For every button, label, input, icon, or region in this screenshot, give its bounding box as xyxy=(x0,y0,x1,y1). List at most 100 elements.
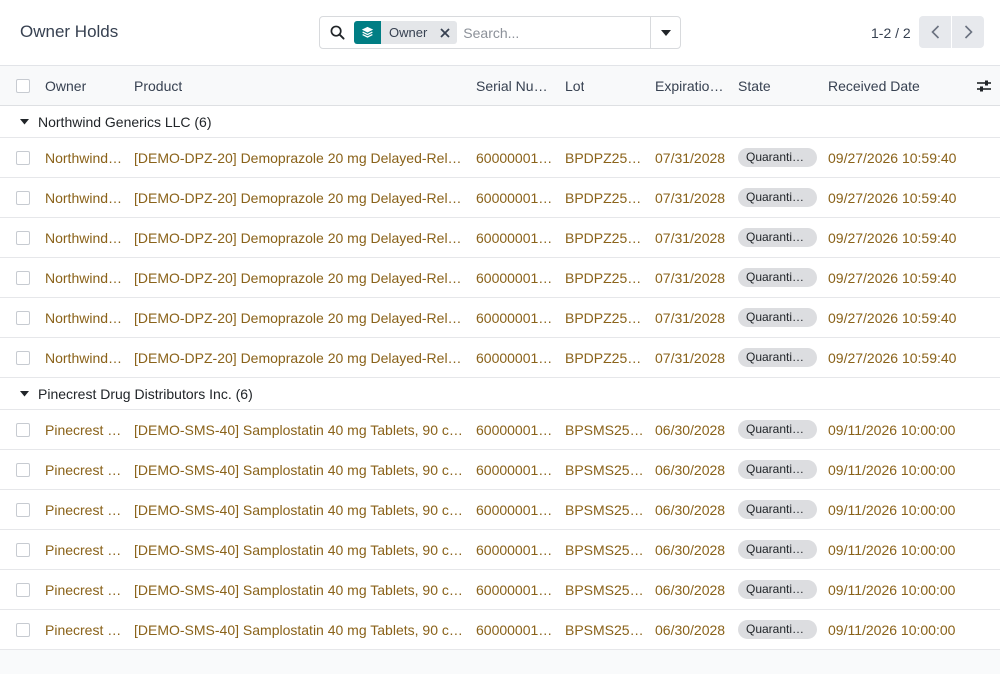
cell-lot[interactable]: BPSMS25… xyxy=(565,570,645,609)
cell-state[interactable]: Quaranti… xyxy=(738,450,820,489)
cell-serial[interactable]: 60000001… xyxy=(476,410,554,449)
select-all-checkbox[interactable] xyxy=(16,66,36,105)
cell-product[interactable]: [DEMO-SMS-40] Samplostatin 40 mg Tablets… xyxy=(134,570,466,609)
cell-owner[interactable]: Northwind… xyxy=(45,258,125,297)
cell-received-date[interactable]: 09/11/2026 10:00:00 xyxy=(828,570,978,609)
cell-owner[interactable]: Pinecrest … xyxy=(45,570,125,609)
cell-product[interactable]: [DEMO-DPZ-20] Demoprazole 20 mg Delayed-… xyxy=(134,338,466,377)
cell-state[interactable]: Quaranti… xyxy=(738,178,820,217)
column-header-lot[interactable]: Lot xyxy=(565,66,645,105)
pager-value[interactable]: 1-2 / 2 xyxy=(871,25,911,41)
cell-serial[interactable]: 60000001… xyxy=(476,298,554,337)
cell-serial[interactable]: 60000001… xyxy=(476,178,554,217)
cell-received-date[interactable]: 09/11/2026 10:00:00 xyxy=(828,410,978,449)
cell-expiration[interactable]: 07/31/2028 xyxy=(655,218,727,257)
cell-expiration[interactable]: 06/30/2028 xyxy=(655,610,727,649)
row-checkbox[interactable] xyxy=(16,338,36,377)
cell-received-date[interactable]: 09/27/2026 10:59:40 xyxy=(828,218,978,257)
cell-product[interactable]: [DEMO-DPZ-20] Demoprazole 20 mg Delayed-… xyxy=(134,138,466,177)
cell-owner[interactable]: Northwind… xyxy=(45,338,125,377)
cell-received-date[interactable]: 09/11/2026 10:00:00 xyxy=(828,530,978,569)
cell-received-date[interactable]: 09/27/2026 10:59:40 xyxy=(828,138,978,177)
cell-state[interactable]: Quaranti… xyxy=(738,410,820,449)
table-row[interactable]: Pinecrest … [DEMO-SMS-40] Samplostatin 4… xyxy=(0,530,1000,570)
cell-state[interactable]: Quaranti… xyxy=(738,610,820,649)
column-header-received-date[interactable]: Received Date xyxy=(828,66,978,105)
cell-lot[interactable]: BPDPZ25… xyxy=(565,178,645,217)
cell-received-date[interactable]: 09/11/2026 10:00:00 xyxy=(828,610,978,649)
cell-serial[interactable]: 60000001… xyxy=(476,450,554,489)
cell-owner[interactable]: Pinecrest … xyxy=(45,490,125,529)
pager-next-button[interactable] xyxy=(952,16,984,48)
cell-owner[interactable]: Pinecrest … xyxy=(45,610,125,649)
cell-state[interactable]: Quaranti… xyxy=(738,490,820,529)
cell-owner[interactable]: Northwind… xyxy=(45,138,125,177)
group-row[interactable]: Pinecrest Drug Distributors Inc. (6) xyxy=(0,378,1000,410)
table-row[interactable]: Northwind… [DEMO-DPZ-20] Demoprazole 20 … xyxy=(0,218,1000,258)
table-row[interactable]: Northwind… [DEMO-DPZ-20] Demoprazole 20 … xyxy=(0,298,1000,338)
cell-product[interactable]: [DEMO-SMS-40] Samplostatin 40 mg Tablets… xyxy=(134,450,466,489)
cell-lot[interactable]: BPDPZ25… xyxy=(565,338,645,377)
row-checkbox[interactable] xyxy=(16,570,36,609)
row-checkbox[interactable] xyxy=(16,178,36,217)
cell-state[interactable]: Quaranti… xyxy=(738,570,820,609)
cell-state[interactable]: Quaranti… xyxy=(738,298,820,337)
table-row[interactable]: Pinecrest … [DEMO-SMS-40] Samplostatin 4… xyxy=(0,450,1000,490)
cell-lot[interactable]: BPSMS25… xyxy=(565,610,645,649)
cell-expiration[interactable]: 07/31/2028 xyxy=(655,178,727,217)
cell-lot[interactable]: BPDPZ25… xyxy=(565,258,645,297)
cell-expiration[interactable]: 07/31/2028 xyxy=(655,138,727,177)
cell-product[interactable]: [DEMO-SMS-40] Samplostatin 40 mg Tablets… xyxy=(134,410,466,449)
cell-expiration[interactable]: 06/30/2028 xyxy=(655,490,727,529)
sliders-icon[interactable] xyxy=(974,66,994,105)
row-checkbox[interactable] xyxy=(16,138,36,177)
pager-previous-button[interactable] xyxy=(919,16,951,48)
cell-product[interactable]: [DEMO-SMS-40] Samplostatin 40 mg Tablets… xyxy=(134,610,466,649)
table-row[interactable]: Pinecrest … [DEMO-SMS-40] Samplostatin 4… xyxy=(0,610,1000,650)
cell-received-date[interactable]: 09/27/2026 10:59:40 xyxy=(828,258,978,297)
cell-state[interactable]: Quaranti… xyxy=(738,218,820,257)
cell-serial[interactable]: 60000001… xyxy=(476,138,554,177)
cell-serial[interactable]: 60000001… xyxy=(476,338,554,377)
close-icon[interactable] xyxy=(433,21,458,44)
cell-serial[interactable]: 60000001… xyxy=(476,610,554,649)
cell-serial[interactable]: 60000001… xyxy=(476,490,554,529)
table-row[interactable]: Northwind… [DEMO-DPZ-20] Demoprazole 20 … xyxy=(0,338,1000,378)
cell-lot[interactable]: BPDPZ25… xyxy=(565,218,645,257)
table-row[interactable]: Northwind… [DEMO-DPZ-20] Demoprazole 20 … xyxy=(0,258,1000,298)
row-checkbox[interactable] xyxy=(16,258,36,297)
table-row[interactable]: Northwind… [DEMO-DPZ-20] Demoprazole 20 … xyxy=(0,138,1000,178)
cell-owner[interactable]: Pinecrest … xyxy=(45,530,125,569)
cell-state[interactable]: Quaranti… xyxy=(738,338,820,377)
cell-serial[interactable]: 60000001… xyxy=(476,218,554,257)
cell-serial[interactable]: 60000001… xyxy=(476,258,554,297)
cell-state[interactable]: Quaranti… xyxy=(738,138,820,177)
cell-owner[interactable]: Northwind… xyxy=(45,298,125,337)
cell-product[interactable]: [DEMO-DPZ-20] Demoprazole 20 mg Delayed-… xyxy=(134,258,466,297)
cell-owner[interactable]: Northwind… xyxy=(45,178,125,217)
cell-state[interactable]: Quaranti… xyxy=(738,530,820,569)
table-row[interactable]: Pinecrest … [DEMO-SMS-40] Samplostatin 4… xyxy=(0,410,1000,450)
cell-expiration[interactable]: 06/30/2028 xyxy=(655,530,727,569)
cell-lot[interactable]: BPSMS25… xyxy=(565,450,645,489)
cell-expiration[interactable]: 06/30/2028 xyxy=(655,410,727,449)
cell-product[interactable]: [DEMO-SMS-40] Samplostatin 40 mg Tablets… xyxy=(134,530,466,569)
cell-expiration[interactable]: 07/31/2028 xyxy=(655,258,727,297)
column-header-state[interactable]: State xyxy=(738,66,820,105)
group-row[interactable]: Northwind Generics LLC (6) xyxy=(0,106,1000,138)
cell-product[interactable]: [DEMO-SMS-40] Samplostatin 40 mg Tablets… xyxy=(134,490,466,529)
cell-received-date[interactable]: 09/27/2026 10:59:40 xyxy=(828,178,978,217)
row-checkbox[interactable] xyxy=(16,610,36,649)
row-checkbox[interactable] xyxy=(16,298,36,337)
row-checkbox[interactable] xyxy=(16,490,36,529)
cell-lot[interactable]: BPSMS25… xyxy=(565,530,645,569)
cell-owner[interactable]: Pinecrest … xyxy=(45,450,125,489)
cell-serial[interactable]: 60000001… xyxy=(476,570,554,609)
column-header-owner[interactable]: Owner xyxy=(45,66,125,105)
row-checkbox[interactable] xyxy=(16,530,36,569)
table-row[interactable]: Pinecrest … [DEMO-SMS-40] Samplostatin 4… xyxy=(0,490,1000,530)
cell-product[interactable]: [DEMO-DPZ-20] Demoprazole 20 mg Delayed-… xyxy=(134,218,466,257)
cell-product[interactable]: [DEMO-DPZ-20] Demoprazole 20 mg Delayed-… xyxy=(134,178,466,217)
table-row[interactable]: Northwind… [DEMO-DPZ-20] Demoprazole 20 … xyxy=(0,178,1000,218)
cell-received-date[interactable]: 09/27/2026 10:59:40 xyxy=(828,298,978,337)
